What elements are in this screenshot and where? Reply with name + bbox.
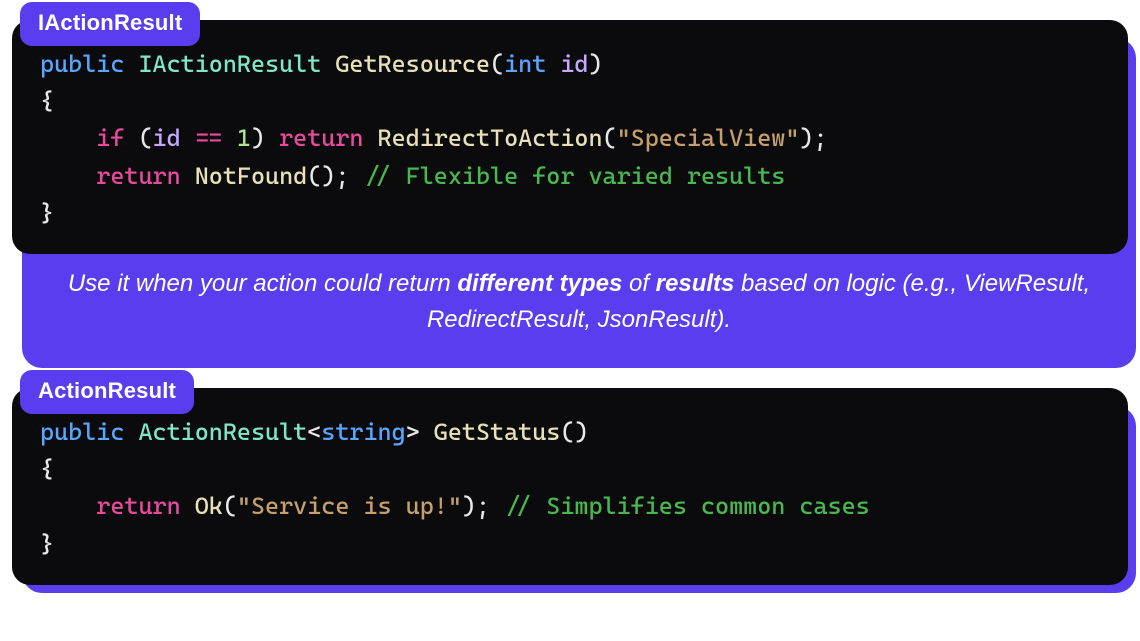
caption-text: of: [622, 270, 655, 297]
card-tab: IActionResult: [20, 2, 200, 46]
keyword-public: public: [40, 50, 124, 78]
param-name: id: [560, 50, 588, 78]
function-redirect: RedirectToAction: [378, 124, 603, 152]
code-card-iactionresult: IActionResult public IActionResult GetRe…: [12, 20, 1128, 360]
keyword-return: return: [96, 492, 180, 520]
code-block: public ActionResult<string> GetStatus() …: [12, 388, 1128, 585]
brace-close: }: [40, 199, 54, 227]
keyword-public: public: [40, 418, 124, 446]
function-name: GetResource: [335, 50, 490, 78]
card-caption: Use it when your action could return dif…: [22, 248, 1136, 360]
param-type: int: [504, 50, 546, 78]
type-name: ActionResult: [138, 418, 307, 446]
identifier-id: id: [153, 124, 181, 152]
keyword-return: return: [279, 124, 363, 152]
brace-open: {: [40, 455, 54, 483]
keyword-if: if: [96, 124, 124, 152]
keyword-return: return: [96, 162, 180, 190]
comment: // Flexible for varied results: [363, 162, 785, 190]
brace-close: }: [40, 530, 54, 558]
caption-bold: results: [656, 270, 735, 297]
code-card-actionresult: ActionResult public ActionResult<string>…: [12, 388, 1128, 585]
type-name: IActionResult: [138, 50, 321, 78]
card-tab: ActionResult: [20, 370, 194, 414]
caption-bold: different types: [457, 270, 622, 297]
caption-text: Use it when your action could return: [68, 270, 458, 297]
string-specialview: "SpecialView": [617, 124, 800, 152]
generic-type: string: [321, 418, 405, 446]
brace-open: {: [40, 87, 54, 115]
operator-eq: ==: [195, 124, 223, 152]
comment: // Simplifies common cases: [504, 492, 870, 520]
string-msg: "Service is up!": [237, 492, 462, 520]
literal-one: 1: [237, 124, 251, 152]
code-block: public IActionResult GetResource(int id)…: [12, 20, 1128, 254]
function-notfound: NotFound: [195, 162, 308, 190]
function-ok: Ok: [195, 492, 223, 520]
function-name: GetStatus: [434, 418, 561, 446]
